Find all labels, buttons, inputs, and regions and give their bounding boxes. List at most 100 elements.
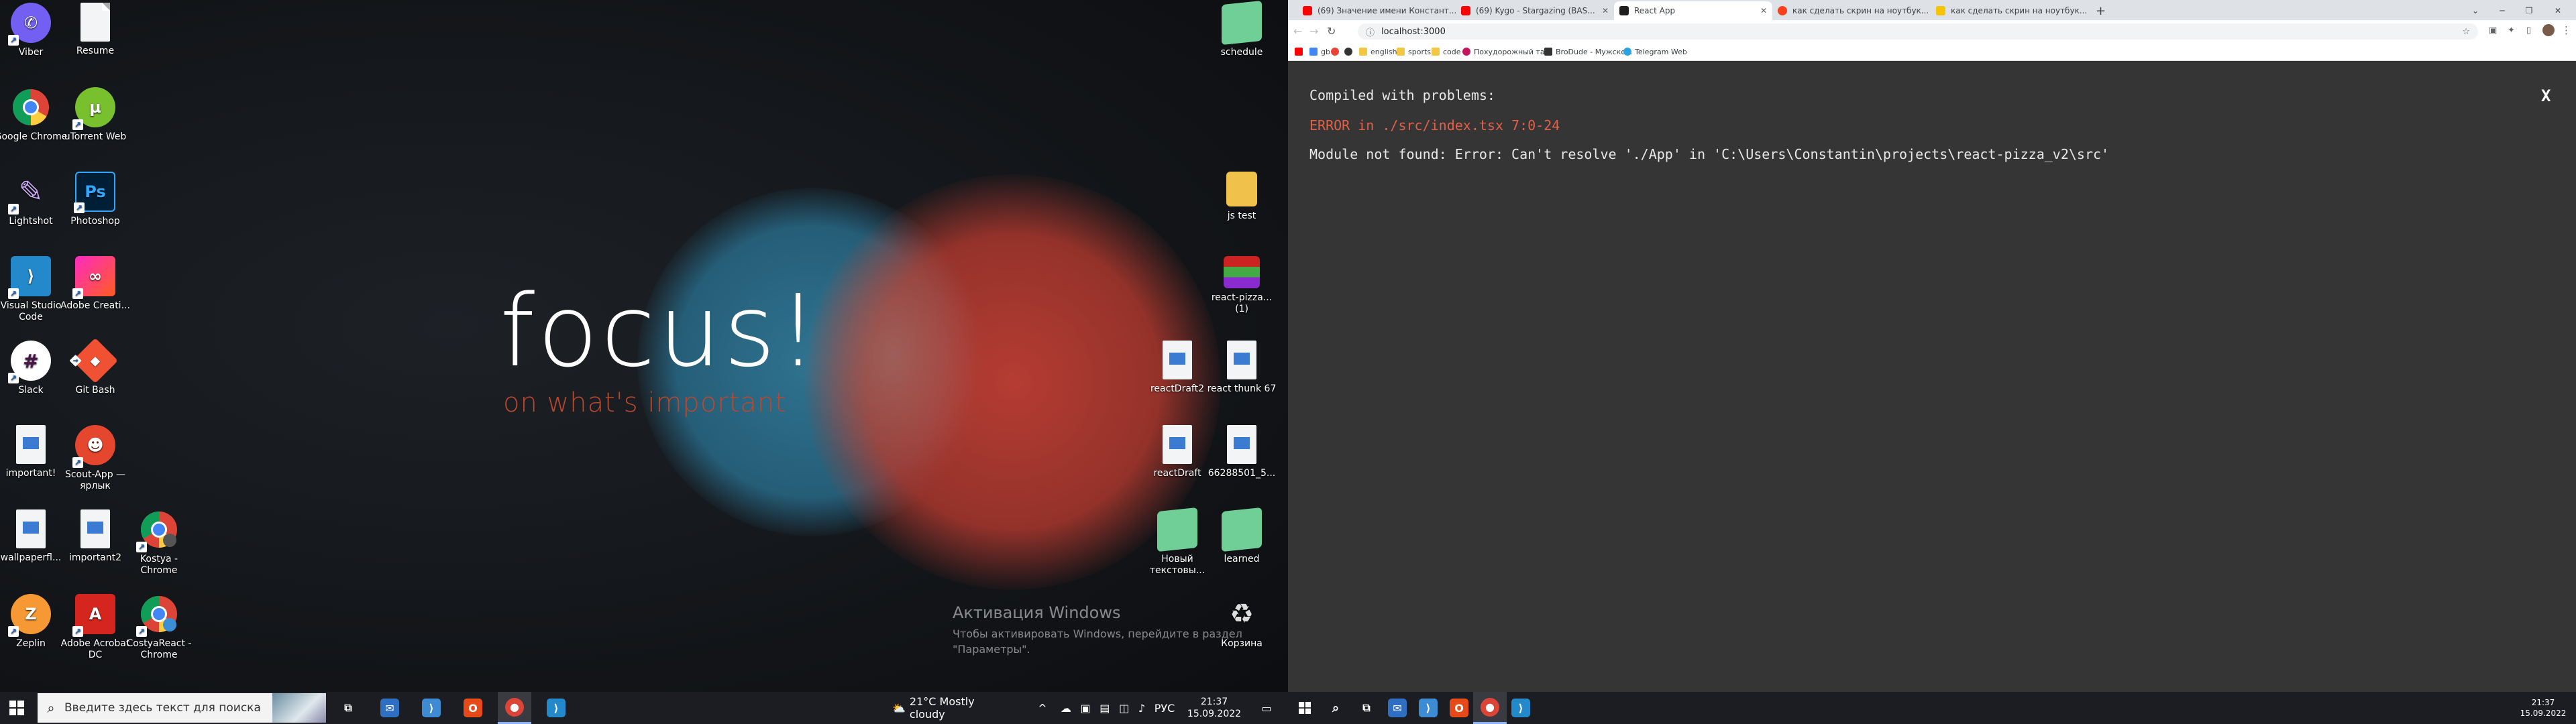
taskbar-vscode[interactable]: ⟩ bbox=[539, 692, 573, 724]
tab-youtube-1[interactable]: (69) Значение имени Констант... ✕ bbox=[1297, 1, 1456, 20]
close-icon[interactable]: ✕ bbox=[1756, 6, 1767, 15]
extensions-puzzle-icon[interactable]: ✦ bbox=[2508, 25, 2515, 36]
taskbar-left: ⌕ Введите здесь текст для поиска ⧉ ✉ ⟩ O… bbox=[0, 692, 1288, 724]
desktop-icon-js-test[interactable]: js test bbox=[1205, 172, 1279, 222]
taskbar-vscode-alt[interactable]: ⟩ bbox=[1411, 692, 1445, 724]
reload-icon[interactable]: ↻ bbox=[1327, 25, 1336, 38]
desktop-icon-viber[interactable]: ✆ Viber bbox=[0, 3, 68, 58]
desktop-icon-recycle-bin[interactable]: ♻ Корзина bbox=[1205, 594, 1279, 650]
start-button[interactable] bbox=[1288, 692, 1322, 724]
tray-overflow-icon[interactable]: ^ bbox=[1036, 692, 1049, 724]
taskbar-mail[interactable]: ✉ bbox=[373, 692, 407, 724]
tab-yandex-2[interactable]: как сделать скрин на ноутбук... ✕ bbox=[1931, 1, 2089, 20]
address-bar[interactable]: ⓘ localhost:3000 ☆ bbox=[1358, 23, 2478, 40]
desktop-icon-git-bash[interactable]: ◆ Git Bash bbox=[58, 338, 132, 396]
desktop-icon-adobe-creative[interactable]: ∞ Adobe Creati... bbox=[58, 256, 132, 312]
task-view-button[interactable]: ⧉ bbox=[331, 692, 365, 724]
desktop-icon-66288501[interactable]: 66288501_5... bbox=[1205, 425, 1279, 479]
maximize-button[interactable]: ❐ bbox=[2516, 1, 2542, 20]
close-icon[interactable]: ✕ bbox=[2087, 6, 2089, 15]
desktop-icon-acrobat[interactable]: A Adobe Acrobat DC bbox=[58, 594, 132, 661]
extension-icon[interactable]: ▣ bbox=[2489, 25, 2497, 36]
start-button[interactable] bbox=[0, 692, 34, 724]
desktop-icon-vscode[interactable]: ⟩ Visual Studio Code bbox=[0, 256, 68, 323]
bookmark-item[interactable]: Похудорожный та... bbox=[1462, 46, 1552, 58]
search-button[interactable]: ⌕ bbox=[1319, 692, 1352, 724]
overlay-close-button[interactable]: X bbox=[2541, 86, 2551, 105]
taskbar-chrome[interactable]: ● bbox=[498, 692, 531, 724]
tab-youtube-2[interactable]: (69) Kygo - Stargazing (BAS... ✕ bbox=[1456, 1, 1614, 20]
desktop-icon-schedule[interactable]: schedule bbox=[1205, 0, 1279, 58]
folder-icon bbox=[1397, 48, 1405, 56]
tab-search-icon[interactable]: ⌄ bbox=[2462, 1, 2489, 20]
chrome-profile-icon bbox=[136, 509, 179, 552]
avatar[interactable] bbox=[2542, 24, 2555, 36]
minimize-button[interactable]: ─ bbox=[2489, 1, 2516, 20]
back-icon[interactable]: ← bbox=[1293, 25, 1302, 38]
task-view-button[interactable]: ⧉ bbox=[1350, 692, 1383, 724]
language-indicator[interactable]: РУС bbox=[1151, 692, 1178, 724]
desktop-icon-resume[interactable]: Resume bbox=[58, 3, 132, 57]
desktop-icon-react-thunk[interactable]: react thunk 67 bbox=[1205, 341, 1279, 395]
taskbar-office[interactable]: O bbox=[1442, 692, 1476, 724]
taskbar-office[interactable]: O bbox=[456, 692, 490, 724]
desktop-icon-zeplin[interactable]: Z Zeplin bbox=[0, 594, 68, 650]
bookmark-folder-code[interactable]: code bbox=[1432, 46, 1461, 58]
bookmark-folder-sports[interactable]: sports bbox=[1397, 46, 1431, 58]
close-window-button[interactable]: ✕ bbox=[2542, 1, 2573, 20]
tab-react-app[interactable]: React App ✕ bbox=[1614, 1, 1772, 20]
image-file-icon bbox=[1163, 425, 1192, 464]
bookmark-item[interactable] bbox=[1295, 46, 1306, 58]
taskbar-chrome[interactable]: ● bbox=[1473, 692, 1507, 724]
desktop-icon-new-text[interactable]: Новый текстовы... bbox=[1140, 507, 1214, 577]
tab-title: (69) Значение имени Констант... bbox=[1318, 6, 1456, 15]
close-icon[interactable]: ✕ bbox=[1598, 6, 1609, 15]
desktop-icon-wallpaper[interactable]: wallpaperfl... bbox=[0, 509, 68, 564]
desktop-icon-utorrent[interactable]: µ uTorrent Web bbox=[58, 87, 132, 143]
desktop-icon-learned[interactable]: learned bbox=[1205, 507, 1279, 565]
bookmark-telegram[interactable]: Telegram Web bbox=[1623, 46, 1687, 58]
desktop-icon-react-pizza[interactable]: react-pizza... (1) bbox=[1205, 256, 1279, 315]
bookmark-item[interactable]: gb bbox=[1309, 46, 1330, 58]
desktop-icon-slack[interactable]: # Slack bbox=[0, 341, 68, 396]
desktop-icon-reactdraft2[interactable]: reactDraft2 bbox=[1140, 341, 1214, 395]
info-icon: ⓘ bbox=[1366, 27, 1375, 38]
desktop-icon-reactdraft[interactable]: reactDraft bbox=[1140, 425, 1214, 479]
taskbar-vscode[interactable]: ⟩ bbox=[1504, 692, 1538, 724]
office-icon: O bbox=[1450, 699, 1468, 717]
taskbar-search-input[interactable]: ⌕ Введите здесь текст для поиска bbox=[38, 693, 326, 723]
app-tray-icon[interactable]: ▤ bbox=[1099, 702, 1110, 715]
tab-title: React App bbox=[1634, 6, 1676, 15]
recycle-bin-icon: ♻ bbox=[1230, 598, 1254, 629]
forward-icon[interactable]: → bbox=[1309, 25, 1318, 38]
tab-yandex-1[interactable]: как сделать скрин на ноутбук... ✕ bbox=[1772, 1, 1931, 20]
cloud-icon[interactable]: ☁ bbox=[1061, 702, 1071, 715]
desktop-icon-lightshot[interactable]: ✎ Lightshot bbox=[0, 172, 68, 227]
clock[interactable]: 21:37 15.09.2022 bbox=[1181, 692, 1248, 724]
chrome-profile-icon bbox=[136, 594, 179, 637]
bookmark-folder-english[interactable]: english bbox=[1359, 46, 1397, 58]
desktop-icon-important[interactable]: important! bbox=[0, 425, 68, 479]
new-tab-button[interactable]: + bbox=[2090, 1, 2110, 20]
clock[interactable]: 21:37 15.09.2022 bbox=[2513, 692, 2573, 724]
bookmark-star-icon[interactable]: ☆ bbox=[2462, 27, 2470, 37]
weather-widget[interactable]: ⛅ 21°C Mostly cloudy bbox=[892, 692, 993, 724]
network-icon[interactable]: ◫ bbox=[1119, 702, 1129, 715]
desktop-icon-google-chrome[interactable]: Google Chrome bbox=[0, 87, 68, 143]
desktop-icon-important2[interactable]: important2 bbox=[58, 509, 132, 564]
app-tray-icon[interactable]: ▣ bbox=[1081, 702, 1091, 715]
notifications-icon[interactable]: ▭ bbox=[1253, 692, 1280, 724]
taskbar-mail[interactable]: ✉ bbox=[1381, 692, 1414, 724]
desktop-icon-photoshop[interactable]: Ps Photoshop bbox=[58, 172, 132, 227]
bookmark-item[interactable]: BroDude - Мужско... bbox=[1544, 46, 1633, 58]
side-panel-icon[interactable]: ▯ bbox=[2526, 25, 2531, 36]
bookmark-item[interactable] bbox=[1331, 46, 1342, 58]
volume-icon[interactable]: ♪ bbox=[1138, 702, 1145, 715]
desktop-icon-kostya-chrome[interactable]: Kostya - Chrome bbox=[122, 509, 196, 577]
chrome-icon bbox=[11, 87, 51, 127]
menu-icon[interactable]: ⋮ bbox=[2561, 24, 2571, 36]
desktop-icon-scout-app[interactable]: ☻ Scout-App — ярлык bbox=[58, 425, 132, 492]
taskbar-vscode-alt[interactable]: ⟩ bbox=[415, 692, 448, 724]
desktop-icon-costyareact-chrome[interactable]: CostyaReact - Chrome bbox=[122, 594, 196, 661]
bookmark-item[interactable] bbox=[1344, 46, 1356, 58]
